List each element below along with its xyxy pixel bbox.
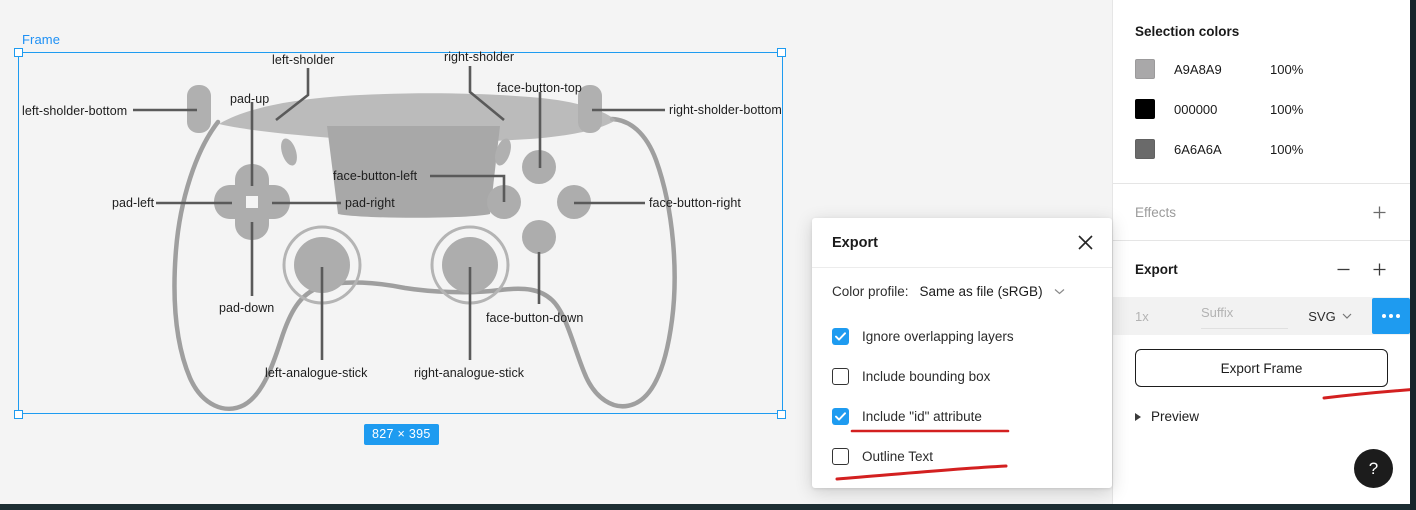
color-opacity-value[interactable]: 100% — [1270, 102, 1303, 117]
diagram-label-right-analogue-stick: right-analogue-stick — [414, 366, 524, 380]
diagram-label-left-sholder: left-sholder — [272, 53, 334, 67]
window-bottom-edge — [0, 504, 1416, 510]
export-title: Export — [1135, 262, 1178, 277]
checkbox[interactable] — [832, 448, 849, 465]
diagram-label-left-analogue-stick: left-analogue-stick — [265, 366, 367, 380]
chevron-right-icon — [1135, 413, 1141, 421]
export-option-label: Include "id" attribute — [862, 409, 982, 424]
dot-1 — [1382, 314, 1386, 318]
diagram-label-pad-right: pad-right — [345, 196, 395, 210]
right-properties-panel[interactable]: Selection colors A9A8A9100%000000100%6A6… — [1112, 0, 1410, 504]
export-format-select[interactable]: SVG — [1288, 297, 1372, 335]
chevron-down-icon — [1342, 313, 1352, 320]
export-setting-row[interactable]: 1x Suffix SVG — [1113, 297, 1410, 335]
color-hex-value[interactable]: A9A8A9 — [1174, 62, 1270, 77]
export-frame-button[interactable]: Export Frame — [1135, 349, 1388, 387]
export-option-row[interactable]: Ignore overlapping layers — [832, 316, 1092, 356]
annotation-underline — [834, 464, 1014, 482]
add-export-setting-button[interactable] — [1366, 256, 1392, 282]
diagram-label-face-button-top: face-button-top — [497, 81, 582, 95]
diagram-label-pad-left: pad-left — [112, 196, 154, 210]
color-profile-row[interactable]: Color profile: Same as file (sRGB) — [832, 284, 1092, 299]
app-root: Frame — [0, 0, 1416, 510]
color-profile-value[interactable]: Same as file (sRGB) — [920, 284, 1043, 299]
window-right-edge — [1410, 0, 1416, 510]
color-hex-value[interactable]: 6A6A6A — [1174, 142, 1270, 157]
dot-3 — [1396, 314, 1400, 318]
export-suffix-input[interactable]: Suffix — [1201, 297, 1288, 329]
diagram-label-face-button-left: face-button-left — [333, 169, 417, 183]
export-option-row[interactable]: Include bounding box — [832, 356, 1092, 396]
selection-color-row[interactable]: A9A8A9100% — [1113, 49, 1410, 89]
color-opacity-value[interactable]: 100% — [1270, 62, 1303, 77]
export-header-actions — [1330, 256, 1392, 282]
export-dialog[interactable]: Export Color profile: Same as file (sRGB… — [812, 218, 1112, 488]
color-swatch[interactable] — [1135, 99, 1155, 119]
chevron-down-icon[interactable] — [1054, 288, 1065, 295]
diagram-label-face-button-right: face-button-right — [649, 196, 741, 210]
selection-color-row[interactable]: 000000100% — [1113, 89, 1410, 129]
face-button-down-shape — [522, 220, 556, 254]
preview-label: Preview — [1151, 409, 1199, 424]
export-section-header[interactable]: Export — [1113, 241, 1410, 297]
export-dialog-header: Export — [812, 218, 1112, 268]
color-opacity-value[interactable]: 100% — [1270, 142, 1303, 157]
effects-title: Effects — [1135, 205, 1176, 220]
help-button[interactable]: ? — [1354, 449, 1393, 488]
export-options-button[interactable] — [1372, 298, 1410, 334]
export-dialog-title: Export — [832, 235, 878, 251]
export-scale-input[interactable]: 1x — [1135, 297, 1201, 335]
export-option-label: Outline Text — [862, 449, 933, 464]
checkbox[interactable] — [832, 328, 849, 345]
diagram-label-right-sholder-bottom: right-sholder-bottom — [669, 103, 782, 117]
export-option-row[interactable]: Outline Text — [832, 436, 1092, 476]
color-swatch[interactable] — [1135, 59, 1155, 79]
diagram-label-face-button-down: face-button-down — [486, 311, 583, 325]
dot-2 — [1389, 314, 1393, 318]
left-inner-pill — [278, 137, 300, 168]
diagram-label-pad-up: pad-up — [230, 92, 269, 106]
export-options-list: Ignore overlapping layers Include boundin… — [832, 316, 1092, 476]
close-icon[interactable] — [1077, 234, 1094, 251]
checkbox[interactable] — [832, 368, 849, 385]
export-option-label: Ignore overlapping layers — [862, 329, 1014, 344]
add-effect-button[interactable] — [1366, 199, 1392, 225]
export-option-label: Include bounding box — [862, 369, 990, 384]
export-format-value: SVG — [1308, 309, 1335, 324]
selection-color-row[interactable]: 6A6A6A100% — [1113, 129, 1410, 169]
color-hex-value[interactable]: 000000 — [1174, 102, 1270, 117]
color-swatch[interactable] — [1135, 139, 1155, 159]
export-option-row[interactable]: Include "id" attribute — [832, 396, 1092, 436]
selection-colors-title: Selection colors — [1113, 0, 1410, 39]
color-profile-label: Color profile: — [832, 284, 909, 299]
selection-colors-list: A9A8A9100%000000100%6A6A6A100% — [1113, 39, 1410, 169]
effects-section-header[interactable]: Effects — [1113, 184, 1410, 240]
diagram-label-left-sholder-bottom: left-sholder-bottom — [22, 104, 127, 118]
diagram-label-right-sholder: right-sholder — [444, 50, 514, 64]
preview-toggle[interactable]: Preview — [1113, 387, 1410, 424]
frame-size-badge: 827 × 395 — [364, 424, 439, 445]
checkbox[interactable] — [832, 408, 849, 425]
export-dialog-body: Color profile: Same as file (sRGB) Ignor… — [812, 268, 1112, 476]
diagram-label-pad-down: pad-down — [219, 301, 274, 315]
remove-export-setting-button[interactable] — [1330, 256, 1356, 282]
